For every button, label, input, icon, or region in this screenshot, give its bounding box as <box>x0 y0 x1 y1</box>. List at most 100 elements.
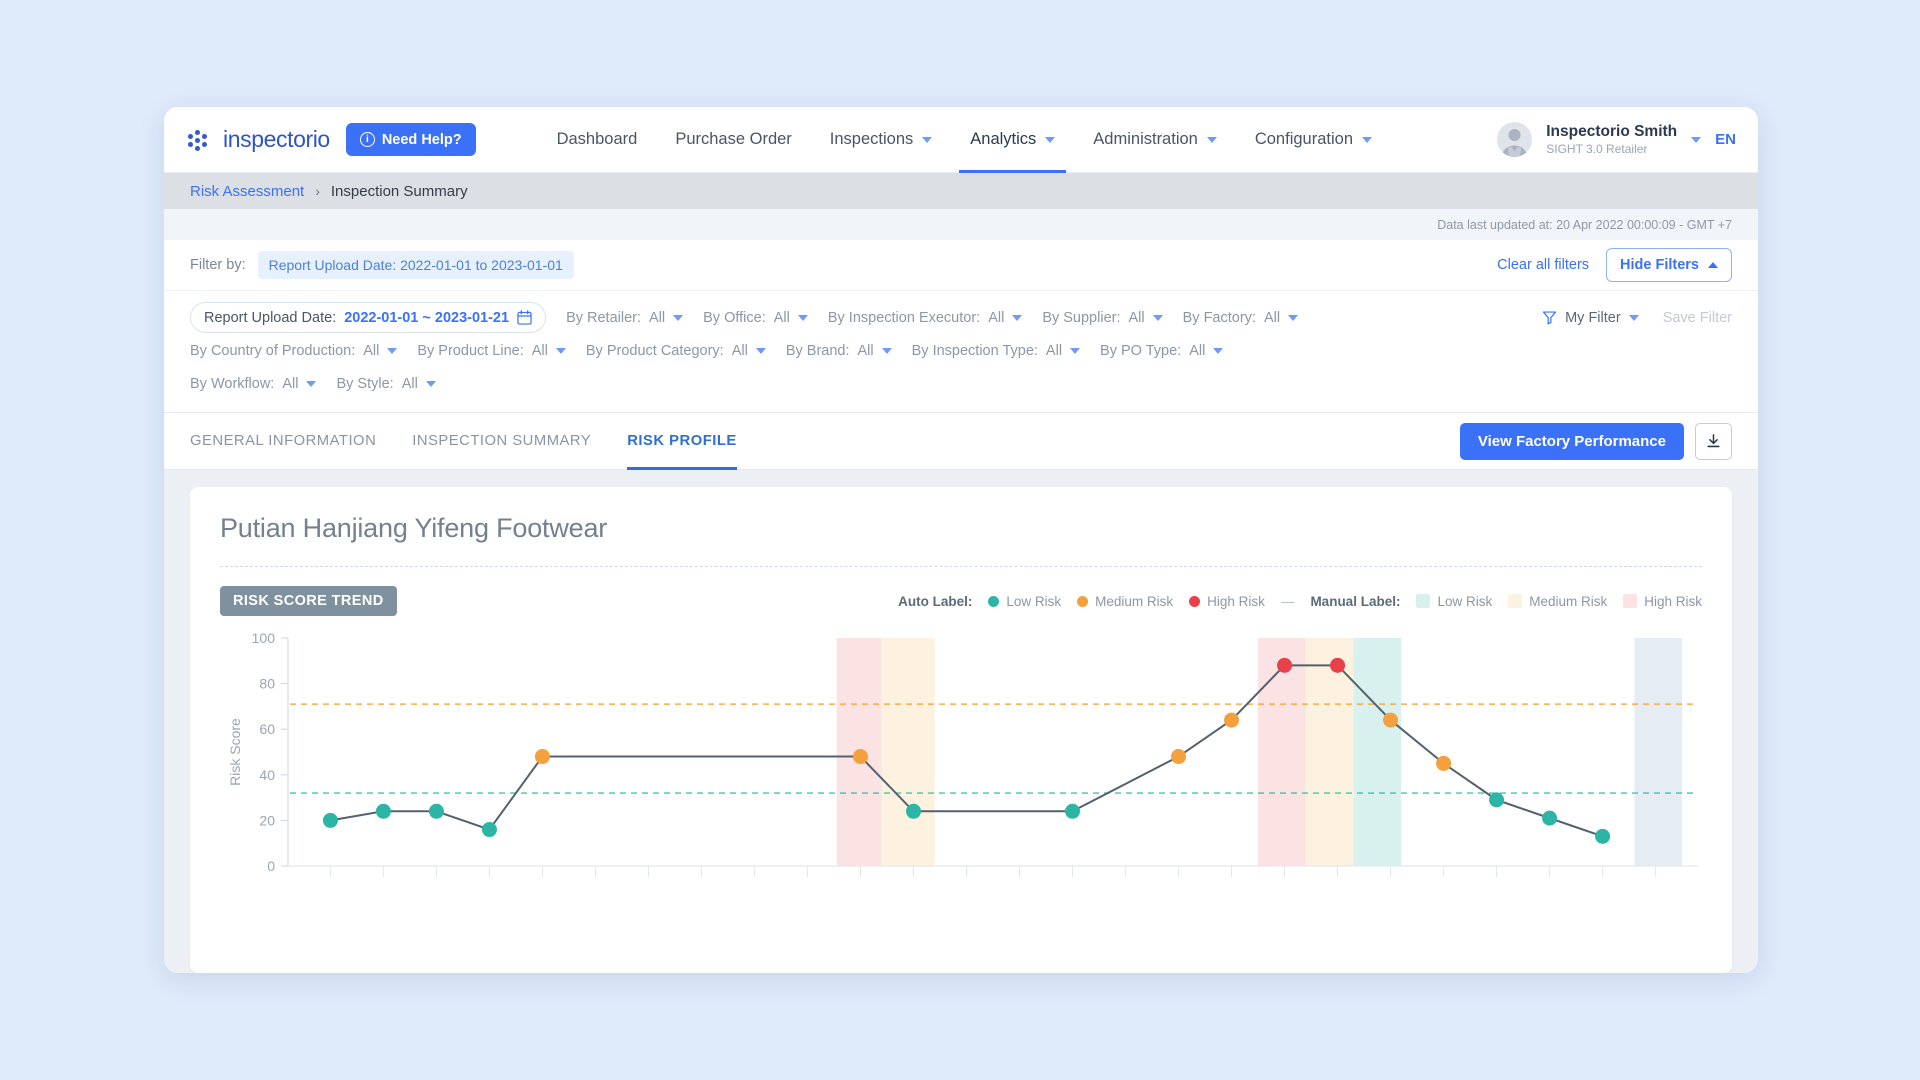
filter-value: All <box>774 310 790 326</box>
brand-logo[interactable]: inspectorio <box>188 126 330 153</box>
chevron-down-icon <box>756 348 766 354</box>
download-button[interactable] <box>1695 423 1732 460</box>
filter-value: All <box>1046 343 1062 359</box>
data-point[interactable] <box>1436 756 1451 771</box>
filter-by-office[interactable]: By Office: All <box>703 310 808 326</box>
manual-label-band <box>1306 638 1354 866</box>
need-help-button[interactable]: i Need Help? <box>346 123 476 156</box>
divider <box>220 566 1702 567</box>
chart-header: RISK SCORE TREND Auto Label: Low Risk Me… <box>220 586 1702 616</box>
data-point[interactable] <box>906 804 921 819</box>
nav-label: Configuration <box>1255 130 1353 149</box>
nav-label: Analytics <box>970 130 1036 149</box>
tabs-bar: GENERAL INFORMATION INSPECTION SUMMARY R… <box>164 413 1758 470</box>
filter-by-retailer[interactable]: By Retailer: All <box>566 310 683 326</box>
data-point[interactable] <box>323 813 338 828</box>
filter-label: By Product Line: <box>417 343 523 359</box>
chevron-down-icon <box>306 381 316 387</box>
filter-value: All <box>363 343 379 359</box>
tab-label: RISK PROFILE <box>627 433 737 449</box>
active-filter-chip[interactable]: Report Upload Date: 2022-01-01 to 2023-0… <box>258 251 574 279</box>
data-point[interactable] <box>1224 713 1239 728</box>
y-axis-tick-label: 80 <box>259 676 275 692</box>
report-upload-date-filter[interactable]: Report Upload Date: 2022-01-01 ~ 2023-01… <box>190 302 546 333</box>
filter-label: By Brand: <box>786 343 850 359</box>
user-menu-chevron-down-icon[interactable] <box>1691 137 1701 143</box>
legend-manual-medium-risk: Medium Risk <box>1508 594 1607 609</box>
filter-by-style[interactable]: By Style: All <box>336 376 435 392</box>
filter-value: All <box>649 310 665 326</box>
filter-label: By Factory: <box>1183 310 1256 326</box>
low-risk-swatch-icon <box>1416 594 1430 608</box>
top-navigation-bar: inspectorio i Need Help? Dashboard Purch… <box>164 107 1758 173</box>
data-point[interactable] <box>853 749 868 764</box>
tab-risk-profile[interactable]: RISK PROFILE <box>627 413 737 470</box>
legend-manual-high-risk: High Risk <box>1623 594 1702 609</box>
filter-by-inspection-executor[interactable]: By Inspection Executor: All <box>828 310 1022 326</box>
y-axis-tick-label: 100 <box>252 632 276 646</box>
nav-item-dashboard[interactable]: Dashboard <box>538 107 657 173</box>
data-point[interactable] <box>1595 829 1610 844</box>
my-filter-dropdown[interactable]: My Filter <box>1542 310 1639 326</box>
chevron-down-icon <box>882 348 892 354</box>
user-role: SIGHT 3.0 Retailer <box>1546 142 1677 157</box>
chevron-down-icon <box>1362 137 1372 143</box>
language-selector[interactable]: EN <box>1715 131 1736 148</box>
data-point[interactable] <box>376 804 391 819</box>
need-help-label: Need Help? <box>382 132 462 148</box>
save-filter-button[interactable]: Save Filter <box>1663 310 1732 326</box>
filter-by-label: Filter by: <box>190 257 246 273</box>
view-factory-performance-button[interactable]: View Factory Performance <box>1460 423 1684 460</box>
chevron-down-icon <box>922 137 932 143</box>
breadcrumb: Risk Assessment › Inspection Summary <box>164 173 1758 209</box>
nav-item-analytics[interactable]: Analytics <box>951 107 1074 173</box>
data-point[interactable] <box>1171 749 1186 764</box>
filter-by-factory[interactable]: By Factory: All <box>1183 310 1298 326</box>
avatar[interactable] <box>1497 122 1532 157</box>
nav-item-purchase-order[interactable]: Purchase Order <box>656 107 810 173</box>
filter-by-inspection-type[interactable]: By Inspection Type: All <box>912 343 1080 359</box>
data-point[interactable] <box>1277 658 1292 673</box>
legend-label: Medium Risk <box>1529 594 1607 609</box>
data-point[interactable] <box>1542 811 1557 826</box>
tab-inspection-summary[interactable]: INSPECTION SUMMARY <box>412 413 591 470</box>
clear-all-filters-button[interactable]: Clear all filters <box>1497 257 1589 273</box>
filter-by-brand[interactable]: By Brand: All <box>786 343 892 359</box>
filter-label: By Inspection Executor: <box>828 310 980 326</box>
data-point[interactable] <box>1330 658 1345 673</box>
data-point[interactable] <box>1489 792 1504 807</box>
data-point[interactable] <box>1065 804 1080 819</box>
filter-value: All <box>732 343 748 359</box>
breadcrumb-link-risk-assessment[interactable]: Risk Assessment <box>190 183 304 200</box>
user-info[interactable]: Inspectorio Smith SIGHT 3.0 Retailer <box>1546 123 1677 157</box>
legend-label: High Risk <box>1644 594 1702 609</box>
data-point[interactable] <box>1383 713 1398 728</box>
y-axis-tick-label: 0 <box>267 858 275 874</box>
chevron-down-icon <box>1045 137 1055 143</box>
filter-by-workflow[interactable]: By Workflow: All <box>190 376 316 392</box>
legend-label: High Risk <box>1207 594 1265 609</box>
legend-label: Low Risk <box>1437 594 1492 609</box>
filter-by-po-type[interactable]: By PO Type: All <box>1100 343 1223 359</box>
nav-item-configuration[interactable]: Configuration <box>1236 107 1391 173</box>
filter-value: All <box>1189 343 1205 359</box>
nav-item-administration[interactable]: Administration <box>1074 107 1236 173</box>
data-point[interactable] <box>429 804 444 819</box>
filter-by-supplier[interactable]: By Supplier: All <box>1042 310 1162 326</box>
calendar-icon <box>517 310 532 325</box>
filter-by-product-line[interactable]: By Product Line: All <box>417 343 566 359</box>
filter-by-product-category[interactable]: By Product Category: All <box>586 343 766 359</box>
filter-by-country-of-production[interactable]: By Country of Production: All <box>190 343 397 359</box>
data-point[interactable] <box>535 749 550 764</box>
nav-item-inspections[interactable]: Inspections <box>811 107 951 173</box>
tabs-actions: View Factory Performance <box>1460 423 1732 460</box>
nav-label: Inspections <box>830 130 913 149</box>
tab-general-information[interactable]: GENERAL INFORMATION <box>190 413 376 470</box>
chevron-down-icon <box>1629 315 1639 321</box>
hide-filters-button[interactable]: Hide Filters <box>1606 248 1732 282</box>
legend-manual-low-risk: Low Risk <box>1416 594 1492 609</box>
filter-value: All <box>532 343 548 359</box>
risk-score-trend-badge: RISK SCORE TREND <box>220 586 397 616</box>
my-filter-label: My Filter <box>1565 310 1621 326</box>
data-point[interactable] <box>482 822 497 837</box>
